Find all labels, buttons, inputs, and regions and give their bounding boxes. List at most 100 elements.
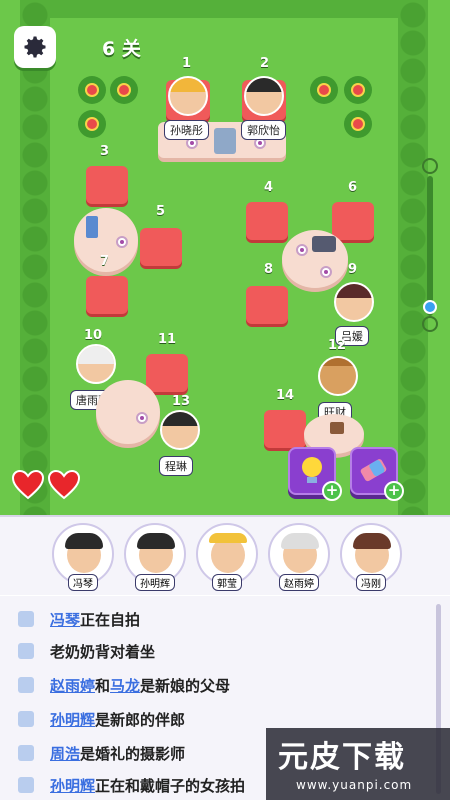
guest-avatar-seat-13[interactable] <box>160 410 200 450</box>
seat-number: 6 <box>348 180 358 195</box>
seat-name-tag: 程琳 <box>159 456 193 476</box>
guest-name-label: 郭莹 <box>212 574 242 591</box>
seat-number: 9 <box>348 262 358 277</box>
eraser-icon <box>360 459 387 482</box>
guest-card-2[interactable]: 孙明辉 <box>124 523 186 591</box>
zoom-slider-track[interactable] <box>427 176 433 316</box>
zoom-in-icon[interactable] <box>422 158 438 174</box>
round-table-bottom-left <box>96 380 160 444</box>
flower-bush <box>78 110 106 138</box>
clue-item[interactable]: 赵雨婷和马龙 是新娘的父母 <box>18 674 230 696</box>
seat-number: 12 <box>328 338 347 353</box>
clue-text: 正在自拍 <box>80 610 141 629</box>
clue-text: 老奶奶背对着坐 <box>50 642 156 661</box>
chair-14[interactable] <box>264 410 306 448</box>
clue-highlight-name: 马龙 <box>110 676 141 695</box>
heart-icon <box>12 470 44 500</box>
guest-name-label: 孙明辉 <box>135 574 175 591</box>
settings-gear-button[interactable] <box>14 26 56 68</box>
watermark: 元皮下载 www.yuanpi.com <box>266 728 450 800</box>
clue-item[interactable]: 冯琴 正在自拍 <box>18 608 140 630</box>
chair-8[interactable] <box>246 286 288 324</box>
lightbulb-icon <box>302 457 322 483</box>
chair-3[interactable] <box>86 166 128 204</box>
hat <box>209 533 247 543</box>
plus-icon: + <box>384 481 404 501</box>
plate <box>320 266 332 278</box>
clue-checkbox[interactable] <box>18 611 34 627</box>
seat-number: 1 <box>182 56 192 71</box>
guest-avatar-seat-9[interactable] <box>334 282 374 322</box>
guest-hair <box>353 533 391 549</box>
clue-highlight-name: 赵雨婷 <box>50 676 96 695</box>
guest-avatar-seat-1[interactable] <box>168 76 208 116</box>
guest-card-5[interactable]: 冯刚 <box>340 523 402 591</box>
clue-item[interactable]: 孙明辉 正在和戴帽子的女孩拍 <box>18 774 245 796</box>
seat-number: 7 <box>100 254 110 269</box>
clue-text: 正在和戴帽子的女孩拍 <box>95 776 246 795</box>
zoom-out-icon[interactable] <box>422 316 438 332</box>
clue-text: 是新娘的父母 <box>140 676 231 695</box>
clue-checkbox[interactable] <box>18 777 34 793</box>
watermark-title: 元皮下载 <box>278 740 406 775</box>
clue-checkbox[interactable] <box>18 643 34 659</box>
hedge-right <box>398 0 428 515</box>
flower-bush <box>344 76 372 104</box>
flower-bush <box>78 76 106 104</box>
gear-icon <box>24 36 46 58</box>
guest-name-label: 赵雨婷 <box>279 574 319 591</box>
eraser-button[interactable]: + <box>350 447 404 501</box>
hedge-top <box>20 0 428 18</box>
clue-item[interactable]: 孙明辉 是新郎的伴郎 <box>18 708 185 730</box>
seat-number: 2 <box>260 56 270 71</box>
chair-5[interactable] <box>140 228 182 266</box>
clue-text: 是婚礼的摄影师 <box>80 744 186 763</box>
clue-checkbox[interactable] <box>18 677 34 693</box>
camera-icon <box>312 236 336 252</box>
plus-icon: + <box>322 481 342 501</box>
seat-number: 4 <box>264 180 274 195</box>
flower-bush <box>344 110 372 138</box>
seat-number: 5 <box>156 204 166 219</box>
clue-item[interactable]: 老奶奶背对着坐 <box>18 640 155 662</box>
plate <box>296 244 308 256</box>
champagne-bucket-icon <box>214 128 236 154</box>
clue-highlight-name: 周浩 <box>50 744 81 763</box>
chair-7[interactable] <box>86 276 128 314</box>
clue-checkbox[interactable] <box>18 745 34 761</box>
seat-number: 13 <box>172 394 191 409</box>
plate <box>136 412 148 424</box>
seat-name-tag: 孙晓彤 <box>164 120 209 140</box>
guest-card-3[interactable]: 郭莹 <box>196 523 258 591</box>
seat-number: 3 <box>100 144 110 159</box>
game-board: 6 关 1 2 孙晓彤 郭欣怡 3 5 7 4 6 8 9 吕媛 10 唐雨萱 … <box>0 0 450 515</box>
guest-name-label: 冯琴 <box>68 574 98 591</box>
clue-text: 是新郎的伴郎 <box>95 710 186 729</box>
guest-card-1[interactable]: 冯琴 <box>52 523 114 591</box>
clue-highlight-name: 冯琴 <box>50 610 81 629</box>
guest-hair <box>281 533 319 549</box>
zoom-slider-knob[interactable] <box>423 300 437 314</box>
guest-tray: 冯琴 孙明辉 郭莹 赵雨婷 冯刚 <box>0 515 450 595</box>
guest-avatar-seat-10[interactable] <box>76 344 116 384</box>
guest-card-4[interactable]: 赵雨婷 <box>268 523 330 591</box>
clue-checkbox[interactable] <box>18 711 34 727</box>
guest-name-label: 冯刚 <box>356 574 386 591</box>
watermark-url: www.yuanpi.com <box>296 778 413 792</box>
dog-avatar-seat-12[interactable] <box>318 356 358 396</box>
clue-text: 和 <box>95 676 111 695</box>
hedge-left <box>20 0 50 515</box>
clue-item[interactable]: 周浩 是婚礼的摄影师 <box>18 742 185 764</box>
flower-bush <box>110 76 138 104</box>
plate <box>116 236 128 248</box>
chair-4[interactable] <box>246 202 288 240</box>
chair-11[interactable] <box>146 354 188 392</box>
hint-lightbulb-button[interactable]: + <box>288 447 342 501</box>
chair-6[interactable] <box>332 202 374 240</box>
heart-icon <box>48 470 80 500</box>
seat-number: 10 <box>84 328 103 343</box>
guest-avatar-seat-2[interactable] <box>244 76 284 116</box>
seat-number: 8 <box>264 262 274 277</box>
clue-highlight-name: 孙明辉 <box>50 710 96 729</box>
flower-bush <box>310 76 338 104</box>
